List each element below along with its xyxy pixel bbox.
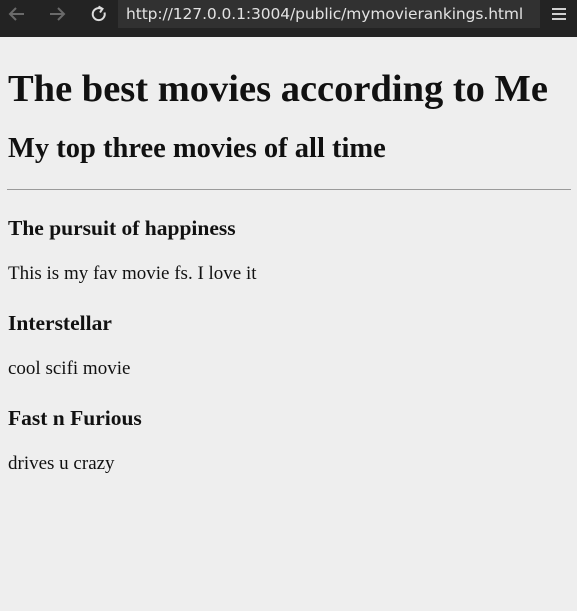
divider xyxy=(7,189,571,190)
arrow-right-icon xyxy=(50,6,66,21)
address-bar[interactable]: http://127.0.0.1:3004/public/mymovierank… xyxy=(118,0,540,28)
hamburger-menu-icon xyxy=(552,8,566,20)
page-title: The best movies according to Me xyxy=(8,68,548,110)
arrow-left-icon xyxy=(8,6,24,21)
url-text: http://127.0.0.1:3004/public/mymovierank… xyxy=(126,5,524,23)
page-subtitle: My top three movies of all time xyxy=(8,133,386,164)
movie-title: Interstellar xyxy=(8,311,112,335)
movie-description: This is my fav movie fs. I love it xyxy=(8,263,257,284)
menu-button[interactable] xyxy=(548,4,570,24)
movie-item: Fast n Furious drives u crazy xyxy=(8,405,571,475)
movie-description: drives u crazy xyxy=(8,453,115,474)
movie-item: Interstellar cool scifi movie xyxy=(8,310,571,380)
movie-title: Fast n Furious xyxy=(8,406,142,430)
reload-icon xyxy=(91,5,106,21)
movie-item: The pursuit of happiness This is my fav … xyxy=(8,215,571,285)
movie-description: cool scifi movie xyxy=(8,358,131,379)
page-content: The best movies according to Me My top t… xyxy=(0,37,577,611)
back-button[interactable] xyxy=(2,0,32,27)
browser-toolbar: http://127.0.0.1:3004/public/mymovierank… xyxy=(0,0,577,37)
movie-title: The pursuit of happiness xyxy=(8,216,236,240)
forward-button[interactable] xyxy=(42,0,72,27)
reload-button[interactable] xyxy=(84,0,114,27)
